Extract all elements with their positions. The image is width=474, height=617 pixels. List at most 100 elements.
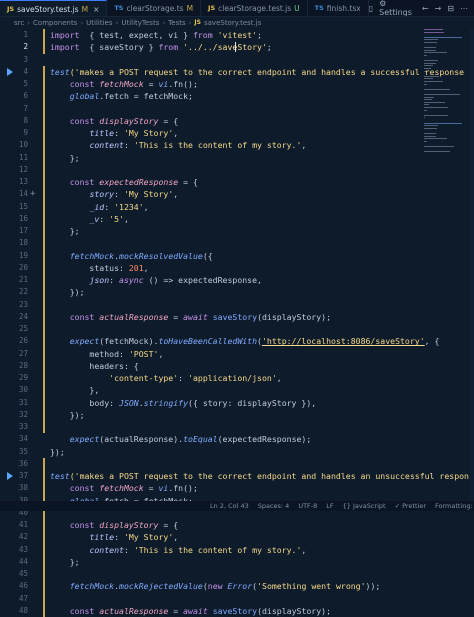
code-line[interactable]: 35}); bbox=[0, 446, 474, 458]
status-item[interactable]: LF bbox=[326, 502, 333, 510]
code-line[interactable]: 15 _id: '1234', bbox=[0, 201, 474, 213]
breadcrumb-item[interactable]: Utilities bbox=[86, 19, 112, 27]
code-text: 'content-type': 'application/json', bbox=[50, 372, 282, 384]
code-token: await bbox=[183, 605, 208, 616]
breadcrumb-item[interactable]: Tests bbox=[168, 19, 185, 27]
code-line[interactable]: 42 title: 'My Story', bbox=[0, 531, 474, 543]
code-token: , bbox=[301, 140, 307, 151]
status-item[interactable]: Ln 2, Col 43 bbox=[210, 502, 249, 510]
code-line[interactable]: 26 expect(fetchMock).toHaveBeenCalledWit… bbox=[0, 335, 474, 347]
tab-saveStory-test-js[interactable]: JS saveStory.test.js M × bbox=[0, 0, 108, 16]
line-number: 9 bbox=[23, 128, 28, 137]
code-text: expect(fetchMock).toHaveBeenCalledWith('… bbox=[50, 335, 440, 347]
code-line[interactable]: 41 const displayStory = { bbox=[0, 519, 474, 531]
compare-icon[interactable]: ⊟ bbox=[447, 4, 454, 13]
code-line[interactable]: 23 bbox=[0, 299, 474, 311]
code-line[interactable]: 29 'content-type': 'application/json', bbox=[0, 372, 474, 384]
code-token: mockResolvedValue bbox=[119, 250, 203, 261]
breadcrumb-item[interactable]: UtilityTests bbox=[121, 19, 159, 27]
code-line[interactable]: 47 bbox=[0, 593, 474, 605]
code-line[interactable]: 12 bbox=[0, 164, 474, 176]
code-line[interactable]: 7 bbox=[0, 103, 474, 115]
code-text: story: 'My Story', bbox=[50, 188, 178, 200]
code-line[interactable]: 10 content: 'This is the content of my s… bbox=[0, 139, 474, 151]
code-line[interactable]: 20 status: 201, bbox=[0, 262, 474, 274]
code-token: import bbox=[50, 42, 80, 53]
code-line[interactable]: 37 test('makes a POST request to the corr… bbox=[0, 470, 474, 482]
code-line[interactable]: 13 const expectedResponse = { bbox=[0, 176, 474, 188]
code-line[interactable]: 30 }, bbox=[0, 384, 474, 396]
code-line[interactable]: 18 bbox=[0, 237, 474, 249]
code-line[interactable]: 5 const fetchMock = vi.fn(); bbox=[0, 78, 474, 90]
code-line[interactable]: 25 bbox=[0, 323, 474, 335]
split-editor-icon[interactable]: ▯ bbox=[369, 4, 373, 13]
tab-finish-tsx[interactable]: TS finish.tsx bbox=[308, 0, 369, 16]
status-item[interactable]: ✓ Prettier bbox=[395, 502, 426, 510]
code-text: global.fetch = fetchMock; bbox=[50, 90, 193, 102]
breadcrumb-item[interactable]: src bbox=[14, 19, 24, 27]
code-token: : bbox=[123, 140, 134, 151]
code-token: = { bbox=[158, 520, 179, 530]
code-line[interactable]: 36 bbox=[0, 458, 474, 470]
tab-clearStorage-ts[interactable]: TS clearStorage.ts M bbox=[107, 0, 202, 16]
code-line[interactable]: 33 bbox=[0, 421, 474, 433]
breadcrumb-item[interactable]: saveStory.test.js bbox=[204, 19, 261, 27]
add-comment-icon[interactable]: + bbox=[30, 188, 35, 200]
code-line[interactable]: 8 const displayStory = { bbox=[0, 115, 474, 127]
code-line[interactable]: 16 _v: '5', bbox=[0, 213, 474, 225]
code-line[interactable]: 19 fetchMock.mockResolvedValue({ bbox=[0, 250, 474, 262]
settings-tab[interactable]: ⚙ Settings bbox=[379, 0, 416, 16]
code-line[interactable]: 45 bbox=[0, 568, 474, 580]
code-line[interactable]: 31 body: JSON.stringify({ story: display… bbox=[0, 397, 474, 409]
chevron-right-icon: › bbox=[115, 18, 119, 27]
code-line[interactable]: 2 import { saveStory } from '../../saveSt… bbox=[0, 41, 474, 53]
code-token: 'My Story' bbox=[123, 189, 174, 200]
code-line[interactable]: 34 expect(actualResponse).toEqual(expect… bbox=[0, 433, 474, 445]
code-line[interactable]: 24 const actualResponse = await saveStor… bbox=[0, 311, 474, 323]
status-item[interactable]: {} JavaScript bbox=[343, 502, 386, 510]
tab-clearStorage-test-js[interactable]: JS clearStorage.test.js U bbox=[201, 0, 308, 16]
status-item[interactable]: UTF-8 bbox=[298, 502, 317, 510]
code-token: await bbox=[183, 311, 208, 322]
code-line[interactable]: 9 title: 'My Story', bbox=[0, 127, 474, 139]
code-line[interactable]: 21 json: async () => expectedResponse, bbox=[0, 274, 474, 286]
status-item[interactable]: Spaces: 4 bbox=[258, 502, 290, 510]
status-item[interactable]: Formatting: ✓ bbox=[435, 502, 474, 510]
code-line[interactable]: 3 bbox=[0, 54, 474, 66]
code-token: ; bbox=[257, 30, 262, 40]
code-token: test bbox=[50, 66, 70, 77]
code-text: fetchMock.mockResolvedValue({ bbox=[50, 250, 213, 262]
code-line[interactable]: 44 }; bbox=[0, 556, 474, 568]
code-line[interactable]: 17 }; bbox=[0, 225, 474, 237]
code-text: method: 'POST', bbox=[50, 348, 163, 360]
go-back-icon[interactable]: ← bbox=[422, 4, 429, 13]
breadcrumb-item[interactable]: Components bbox=[33, 19, 77, 27]
code-line[interactable]: 32 }); bbox=[0, 409, 474, 421]
run-test-icon[interactable] bbox=[7, 472, 13, 480]
code-token: 'POST' bbox=[128, 348, 159, 359]
code-text: const fetchMock = vi.fn(); bbox=[50, 482, 198, 494]
code-line[interactable]: 43 content: 'This is the content of my s… bbox=[0, 544, 474, 556]
tab-label: clearStorage.test.js bbox=[218, 3, 292, 13]
code-line[interactable]: 48 const actualResponse = await saveStor… bbox=[0, 605, 474, 617]
code-editor[interactable]: 1 import { test, expect, vi } from 'vites… bbox=[0, 29, 474, 617]
code-line[interactable]: 1 import { test, expect, vi } from 'vites… bbox=[0, 29, 474, 41]
code-line[interactable]: 14 + story: 'My Story', bbox=[0, 188, 474, 200]
more-actions-icon[interactable]: ⋯ bbox=[460, 4, 468, 13]
code-line[interactable]: 38 const fetchMock = vi.fn(); bbox=[0, 482, 474, 494]
close-icon[interactable]: × bbox=[93, 5, 99, 14]
code-line[interactable]: 4 test('makes a POST request to the corre… bbox=[0, 66, 474, 78]
run-test-icon[interactable] bbox=[7, 67, 13, 76]
code-line[interactable]: 46 fetchMock.mockRejectedValue(new Error… bbox=[0, 580, 474, 592]
code-line[interactable]: 11 }; bbox=[0, 152, 474, 164]
code-token: = bbox=[168, 311, 184, 322]
code-line[interactable]: 28 headers: { bbox=[0, 360, 474, 372]
editor-tab-bar: JS saveStory.test.js M × TS clearStorage.ts M J… bbox=[0, 0, 474, 17]
code-line[interactable]: 6 global.fetch = fetchMock; bbox=[0, 90, 474, 102]
code-line[interactable]: 27 method: 'POST', bbox=[0, 348, 474, 360]
code-line[interactable]: 22 }); bbox=[0, 286, 474, 298]
go-forward-icon[interactable]: → bbox=[435, 4, 442, 13]
